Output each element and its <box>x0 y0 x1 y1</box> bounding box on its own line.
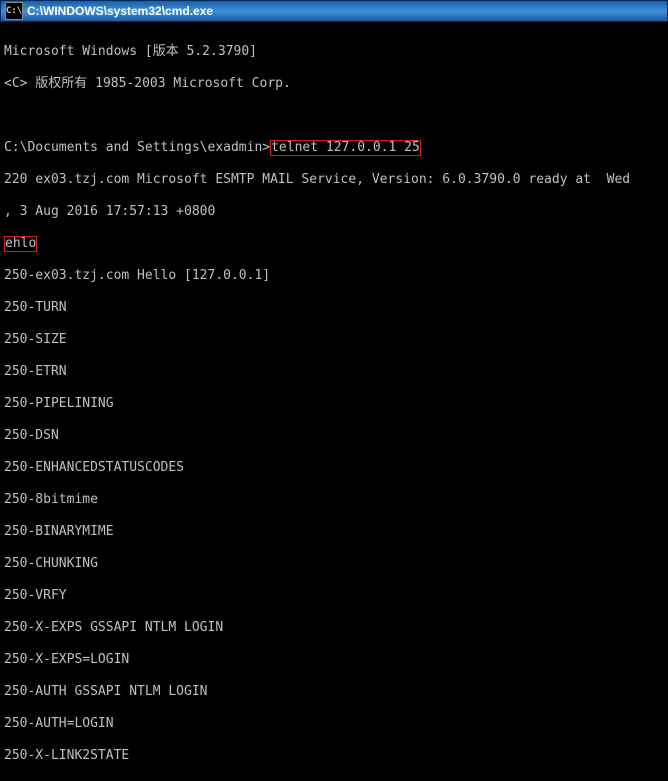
text-line: 220 ex03.tzj.com Microsoft ESMTP MAIL Se… <box>4 172 664 188</box>
ehlo-line: ehlo <box>4 236 664 252</box>
text-line: 250-X-EXPS GSSAPI NTLM LOGIN <box>4 620 664 636</box>
text-line: Microsoft Windows [版本 5.2.3790] <box>4 44 664 60</box>
text-line: 250-DSN <box>4 428 664 444</box>
text-line: 250-ex03.tzj.com Hello [127.0.0.1] <box>4 268 664 284</box>
text-line: 250-AUTH GSSAPI NTLM LOGIN <box>4 684 664 700</box>
blank-line <box>4 108 664 124</box>
window-title: C:\WINDOWS\system32\cmd.exe <box>27 4 213 18</box>
text-line: 250-VRFY <box>4 588 664 604</box>
cmd-window: C:\ C:\WINDOWS\system32\cmd.exe Microsof… <box>0 0 668 781</box>
text-line: 250-X-LINK2STATE <box>4 748 664 764</box>
ehlo-command: ehlo <box>4 236 37 252</box>
text-line: 250-8bitmime <box>4 492 664 508</box>
text-line: 250-SIZE <box>4 332 664 348</box>
titlebar[interactable]: C:\ C:\WINDOWS\system32\cmd.exe <box>0 0 668 22</box>
text-line: 250-ETRN <box>4 364 664 380</box>
text-line: , 3 Aug 2016 17:57:13 +0800 <box>4 204 664 220</box>
text-line: 250-CHUNKING <box>4 556 664 572</box>
text-line: 250-AUTH=LOGIN <box>4 716 664 732</box>
terminal-output[interactable]: Microsoft Windows [版本 5.2.3790] <C> 版权所有… <box>0 22 668 781</box>
telnet-command: telnet 127.0.0.1 25 <box>270 140 421 156</box>
text-line: <C> 版权所有 1985-2003 Microsoft Corp. <box>4 76 664 92</box>
text-line: 250-ENHANCEDSTATUSCODES <box>4 460 664 476</box>
text-line: 250-PIPELINING <box>4 396 664 412</box>
text-line: 250-BINARYMIME <box>4 524 664 540</box>
prompt-line: C:\Documents and Settings\exadmin>telnet… <box>4 140 664 156</box>
text-line: 250-X-EXPS=LOGIN <box>4 652 664 668</box>
cmd-icon: C:\ <box>5 2 23 20</box>
text-line: 250-TURN <box>4 300 664 316</box>
